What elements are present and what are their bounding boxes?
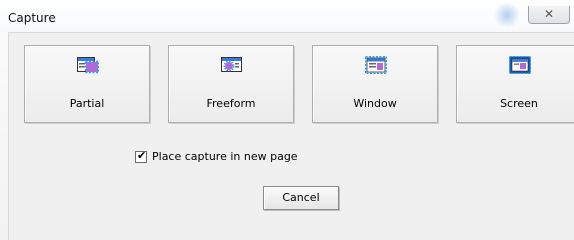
window-capture-button[interactable]: Window: [312, 45, 438, 123]
window-capture-icon: [365, 56, 387, 74]
partial-label: Partial: [69, 97, 105, 110]
close-icon: ✕: [543, 7, 555, 21]
title-bar: Capture ✕: [0, 0, 574, 32]
dialog-title: Capture: [8, 11, 56, 25]
dialog-body: Partial Freeform Window Screen ✔ Place c…: [8, 32, 574, 240]
capture-dialog: Capture ✕ Partial Freeform Window Screen…: [0, 0, 574, 240]
title-bar-glow: [493, 3, 521, 27]
place-capture-label: Place capture in new page: [152, 150, 298, 163]
screen-capture-icon: [509, 56, 531, 74]
window-label: Window: [353, 97, 397, 110]
screen-label: Screen: [500, 97, 538, 110]
partial-capture-icon: [77, 57, 99, 74]
freeform-label: Freeform: [206, 97, 256, 110]
partial-capture-button[interactable]: Partial: [24, 45, 150, 123]
freeform-capture-button[interactable]: Freeform: [168, 45, 294, 123]
cancel-button[interactable]: Cancel: [263, 186, 339, 210]
checkmark-icon: ✔: [137, 149, 147, 162]
place-capture-checkbox[interactable]: ✔: [135, 149, 147, 163]
freeform-capture-icon: [221, 57, 242, 72]
close-button[interactable]: ✕: [528, 6, 570, 24]
screen-capture-button[interactable]: Screen: [456, 45, 574, 123]
